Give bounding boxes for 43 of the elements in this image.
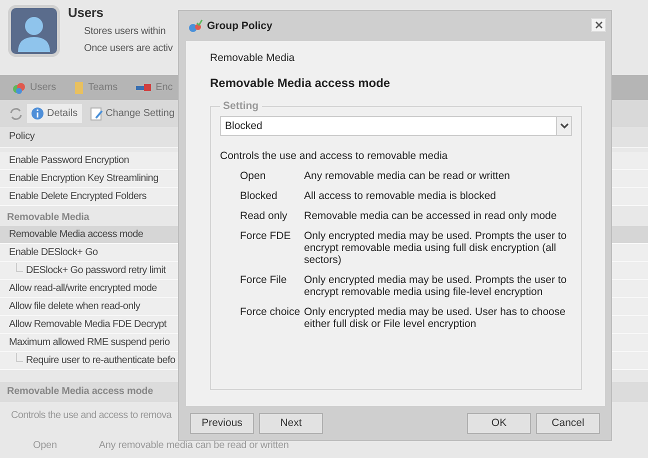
option-name: Open (33, 440, 57, 451)
option-description: Only encrypted media may be used. Prompts the user to encrypt removable media using file-level encryption (304, 274, 568, 298)
key-icon (136, 82, 152, 92)
user-avatar-icon (8, 5, 60, 57)
option-name: Force choice (240, 306, 302, 320)
tree-line-icon (16, 263, 23, 272)
tree-line-icon (16, 353, 23, 362)
option-name: Open (240, 170, 267, 182)
change-setting-button[interactable]: Change Setting (86, 104, 179, 124)
close-button[interactable] (591, 18, 606, 32)
option-description: Only encrypted media may be used. Prompts the user to encrypt removable media using full disk encryption (all sectors) (304, 230, 568, 266)
chevron-down-icon (560, 123, 568, 129)
option-description: Removable media can be accessed in read only mode (304, 210, 558, 222)
option-description: Any removable media can be read or written (98, 440, 289, 451)
option-name: Force File (240, 274, 288, 288)
setting-dropdown[interactable]: Blocked (220, 116, 572, 136)
description-text: Controls the use and access to removable media (220, 150, 449, 162)
dialog-button[interactable]: Cancel (536, 412, 600, 434)
option-description: Only encrypted media may be used. User has to choose either full disk or File level encryption (304, 306, 566, 330)
dialog-button[interactable]: OK (467, 412, 531, 434)
users-icon (12, 82, 26, 94)
description-text: Controls the use and access to remova (10, 409, 173, 421)
page-title: Users (68, 5, 104, 20)
info-icon (31, 107, 44, 120)
option-name: Read only (240, 210, 288, 222)
category-text: Removable Media (210, 52, 296, 64)
option-description: Any removable media can be read or written (304, 170, 512, 182)
details-button[interactable]: Details (27, 104, 82, 123)
dialog-button[interactable]: Next (259, 412, 323, 434)
dialog-title: Group Policy (207, 20, 272, 32)
setting-title: Removable Media access mode (210, 76, 392, 90)
description-text: Once users are activ (83, 43, 173, 54)
folder-icon (74, 80, 84, 94)
description-text: Stores users within (83, 26, 167, 37)
option-description: All access to removable media is blocked (304, 190, 498, 202)
option-name: Blocked (240, 190, 278, 202)
option-name: Force FDE (240, 230, 292, 244)
close-icon (594, 21, 602, 29)
section-heading: Removable Media (6, 211, 90, 225)
users-icon (187, 19, 203, 33)
document-edit-icon (90, 106, 103, 120)
dialog-button[interactable]: Previous (190, 412, 254, 434)
group-label: Setting (222, 100, 260, 112)
